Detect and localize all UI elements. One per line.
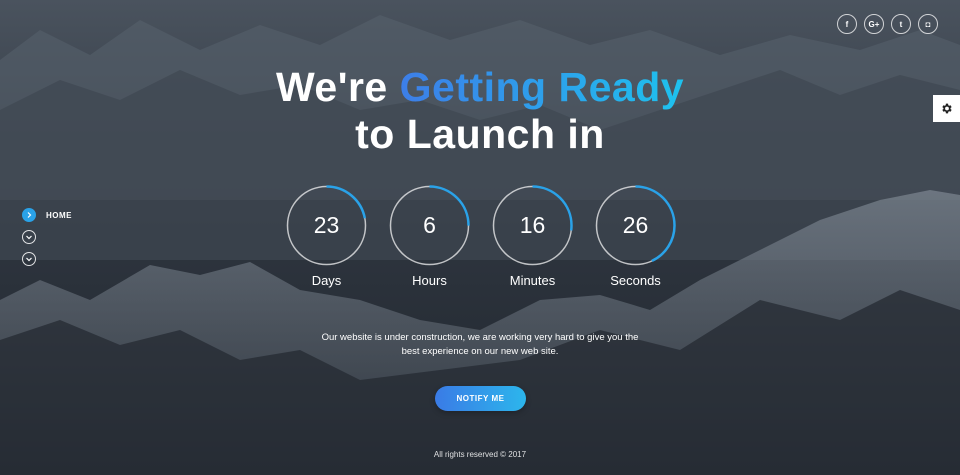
notify-me-button[interactable]: NOTIFY ME (435, 386, 526, 411)
page-headline: We're Getting Ready to Launch in (0, 64, 960, 158)
chevron-right-icon (22, 208, 36, 222)
countdown-days: 23 Days (286, 185, 367, 288)
countdown-value: 23 (313, 212, 340, 238)
google-plus-icon[interactable]: G+ (864, 14, 884, 34)
countdown-value: 16 (519, 212, 546, 238)
headline-line-1: We're Getting Ready (0, 64, 960, 111)
side-nav-home[interactable]: HOME (22, 208, 72, 222)
countdown-hours: 6 Hours (389, 185, 470, 288)
countdown-value: 6 (423, 212, 436, 238)
countdown-seconds: 26 Seconds (595, 185, 676, 288)
countdown-minutes: 16 Minutes (492, 185, 573, 288)
facebook-icon[interactable]: f (837, 14, 857, 34)
headline-line-2: to Launch in (355, 111, 605, 157)
twitter-icon[interactable]: t (891, 14, 911, 34)
side-nav-home-label: HOME (46, 210, 72, 220)
countdown-value: 26 (622, 212, 649, 238)
headline-white-text: We're (275, 64, 388, 110)
countdown-timer: 23 Days 6 Hours 16 Minutes 26 Seconds (286, 185, 676, 288)
countdown-label: Seconds (610, 273, 661, 288)
side-nav-item-2[interactable] (22, 230, 72, 244)
instagram-icon[interactable]: ◘ (918, 14, 938, 34)
side-navigation: HOME (22, 208, 72, 274)
headline-highlight-text: Getting Ready (399, 64, 685, 110)
chevron-down-icon (22, 230, 36, 244)
countdown-label: Minutes (509, 273, 556, 288)
description-text: Our website is under construction, we ar… (321, 332, 639, 357)
social-links: f G+ t ◘ (837, 14, 938, 34)
chevron-down-icon (22, 252, 36, 266)
countdown-label: Hours (412, 273, 447, 288)
side-nav-item-3[interactable] (22, 252, 72, 266)
countdown-label: Days (311, 273, 342, 288)
footer-copyright: All rights reserved © 2017 (433, 450, 527, 459)
